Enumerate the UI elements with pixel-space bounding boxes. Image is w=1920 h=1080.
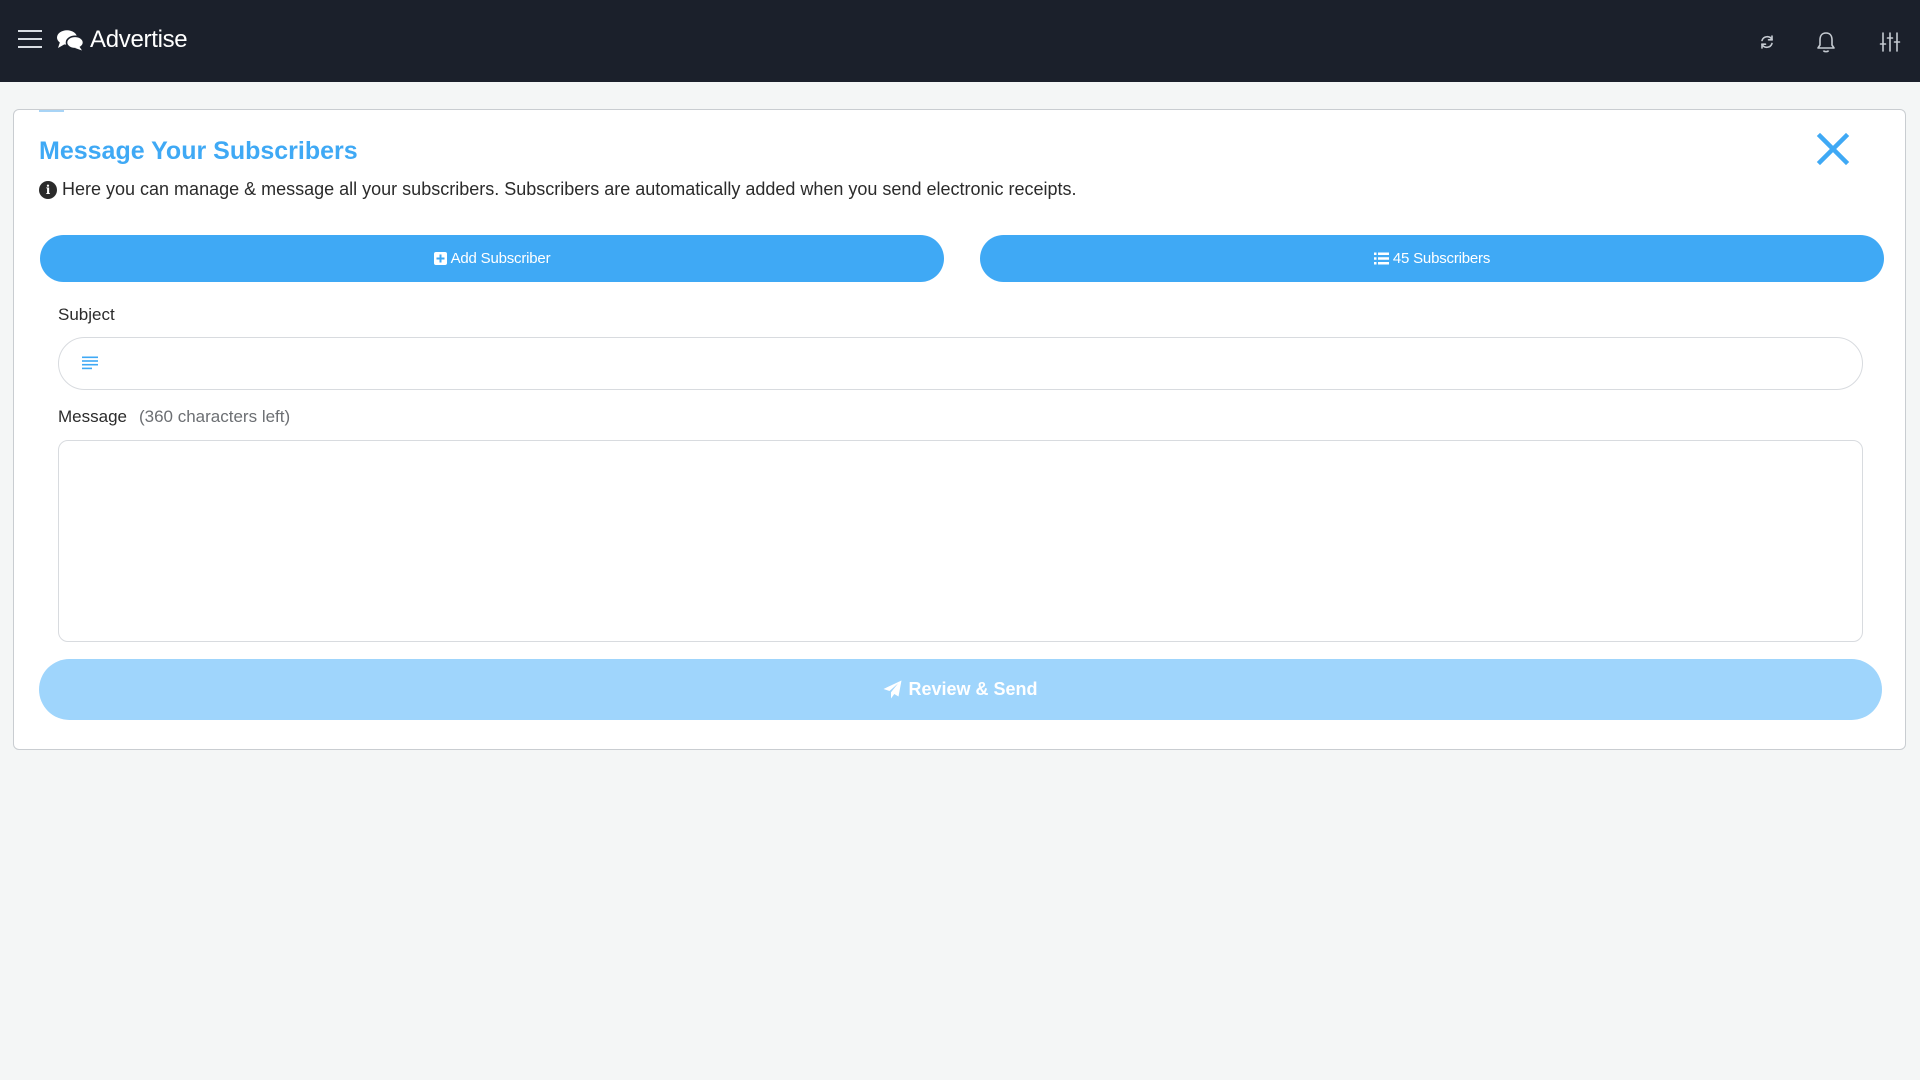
close-icon[interactable] bbox=[1815, 131, 1851, 167]
refresh-icon[interactable] bbox=[1753, 28, 1781, 56]
text-lines-icon bbox=[82, 356, 98, 370]
subject-field[interactable] bbox=[58, 337, 1863, 391]
message-label-row: Message (360 characters left) bbox=[58, 407, 290, 427]
comments-icon bbox=[57, 30, 84, 51]
message-label: Message bbox=[58, 407, 127, 426]
add-subscriber-button[interactable]: Add Subscriber bbox=[40, 235, 944, 282]
subject-input[interactable] bbox=[115, 338, 1839, 391]
bell-icon[interactable] bbox=[1812, 28, 1840, 56]
characters-left-hint: (360 characters left) bbox=[138, 407, 291, 426]
plus-square-icon bbox=[433, 252, 447, 265]
page-title: Message Your Subscribers bbox=[39, 137, 358, 165]
review-send-label: Review & Send bbox=[908, 679, 1038, 699]
info-description: i Here you can manage & message all your… bbox=[39, 179, 1077, 200]
info-circle-icon: i bbox=[39, 180, 57, 199]
add-subscriber-label: Add Subscriber bbox=[450, 250, 551, 267]
message-subscribers-card: Message Your Subscribers i Here you can … bbox=[13, 109, 1906, 750]
message-textarea[interactable] bbox=[58, 440, 1863, 642]
brand: Advertise bbox=[56, 26, 188, 54]
subscribers-list-button[interactable]: 45 Subscribers bbox=[980, 235, 1884, 282]
subject-label: Subject bbox=[58, 305, 115, 324]
info-text: Here you can manage & message all your s… bbox=[62, 179, 1077, 199]
app-title: Advertise bbox=[90, 26, 188, 53]
card-accent-line bbox=[39, 110, 64, 112]
review-send-button[interactable]: Review & Send bbox=[39, 659, 1882, 720]
list-icon bbox=[1373, 252, 1389, 265]
paper-plane-icon bbox=[883, 680, 902, 699]
top-navbar: Advertise bbox=[0, 0, 1920, 82]
sliders-icon[interactable] bbox=[1876, 28, 1904, 56]
subscribers-count-label: 45 Subscribers bbox=[1392, 250, 1491, 267]
hamburger-menu-icon[interactable] bbox=[18, 30, 42, 50]
